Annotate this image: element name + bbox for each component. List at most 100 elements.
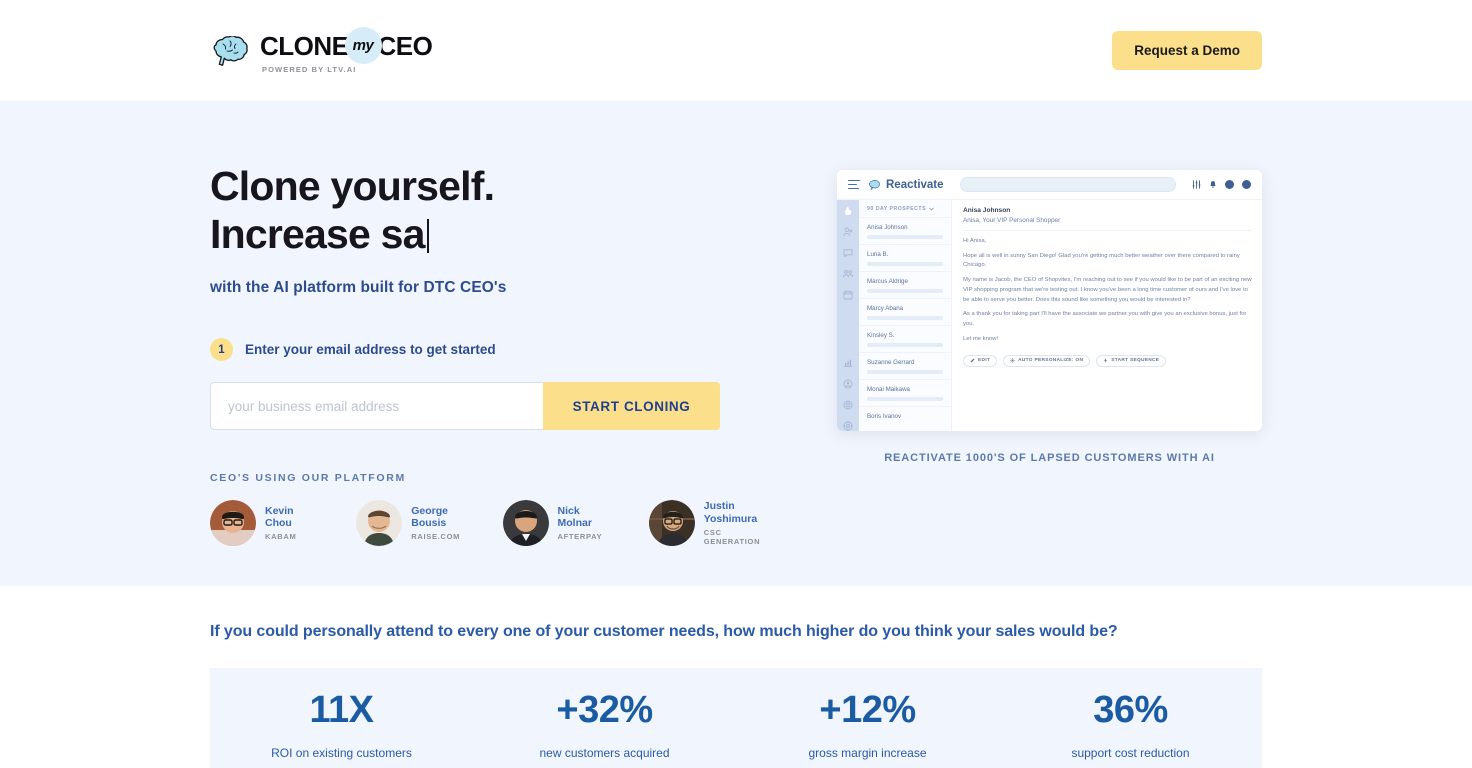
prospect-preview-bar <box>867 235 943 239</box>
avatar <box>356 500 403 547</box>
list-item[interactable]: Monai Maikawa <box>859 379 951 406</box>
target-icon[interactable] <box>843 400 853 410</box>
prospect-preview-bar <box>867 343 943 347</box>
app-search-input[interactable] <box>959 177 1176 192</box>
avatar <box>210 500 256 547</box>
stat-card: +32% new customers acquired <box>473 691 736 768</box>
app-body: 90 DAY PROSPECTS Anisa Johnson Luna B. M… <box>837 200 1262 431</box>
auto-personalize-button[interactable]: AUTO PERSONALIZE: ON <box>1003 354 1091 367</box>
step-number-badge: 1 <box>210 338 233 362</box>
app-topbar-icons <box>1192 180 1251 189</box>
prospect-name: Suzanne Gerrard <box>867 359 915 366</box>
calendar-icon[interactable] <box>843 290 853 300</box>
app-mockup: Reactivate 90 DAY PROSPECTS Anisa Johnso… <box>837 170 1262 431</box>
stat-value: +32% <box>556 689 653 731</box>
avatar[interactable] <box>1242 180 1251 189</box>
edit-button-label: EDIT <box>978 358 991 364</box>
filters-icon[interactable] <box>1192 180 1201 189</box>
ceo-first-name: Nick <box>557 504 580 517</box>
edit-button[interactable]: EDIT <box>963 354 998 367</box>
list-item[interactable]: Marcy Abana <box>859 298 951 325</box>
ceo-last-name: Yoshimura <box>703 512 758 525</box>
page-title: Clone yourself. Increase sa <box>210 163 770 258</box>
app-brand: Reactivate <box>868 179 944 191</box>
list-item[interactable]: Kinsley S. <box>859 325 951 352</box>
start-sequence-button[interactable]: START SEQUENCE <box>1096 354 1167 367</box>
stat-card: +12% gross margin increase <box>736 691 999 768</box>
analytics-icon[interactable] <box>843 358 853 368</box>
ceo-last-name: Molnar <box>557 517 592 530</box>
chevron-down-icon <box>929 207 934 211</box>
prospect-preview-bar <box>867 262 943 266</box>
people-icon[interactable] <box>843 269 853 279</box>
prospect-name: Boris Ivanov <box>867 413 902 420</box>
ceo-first-name: Kevin <box>265 504 294 517</box>
ceo-card: Kevin Chou KABAM <box>210 500 331 547</box>
ceo-company: CSC GENERATION <box>703 527 761 546</box>
list-item[interactable]: Anisa Johnson <box>859 217 951 244</box>
prospect-preview-bar <box>867 370 943 374</box>
hero-subheadline: with the AI platform built for DTC CEO's <box>210 279 507 297</box>
email-paragraph: Hope all is well in sunny San Diego! Gla… <box>963 252 1240 269</box>
prospect-list-header[interactable]: 90 DAY PROSPECTS <box>859 206 951 217</box>
account-icon[interactable] <box>843 379 853 389</box>
flame-icon[interactable] <box>843 206 853 216</box>
typing-caret <box>426 218 429 253</box>
sparkle-icon <box>1010 358 1016 364</box>
start-cloning-button[interactable]: START CLONING <box>543 382 720 431</box>
email-field[interactable] <box>210 382 543 431</box>
step-instruction-label: Enter your email address to get started <box>245 342 496 358</box>
notifications-bell-icon[interactable] <box>1209 180 1217 189</box>
email-preview: Anisa Johnson Anisa, Your VIP Personal S… <box>952 200 1262 431</box>
list-item[interactable]: Luna B. <box>859 244 951 271</box>
prospect-name: Kinsley S. <box>867 332 895 339</box>
logo-wordmark: CLONE my CEO <box>260 27 433 64</box>
ceo-first-name: George <box>411 504 449 517</box>
brain-icon <box>213 35 248 66</box>
stat-value: 36% <box>1093 689 1168 731</box>
list-item[interactable]: Marcus Aldrige <box>859 271 951 298</box>
ceo-list: Kevin Chou KABAM George Bousis RAISE.COM… <box>210 500 770 547</box>
prospect-preview-bar <box>867 289 943 293</box>
ceo-info: Nick Molnar AFTERPAY <box>558 505 603 541</box>
ceo-company: AFTERPAY <box>557 532 603 542</box>
hero-section: Clone yourself. Increase sa with the AI … <box>0 101 1472 586</box>
stats-section: If you could personally attend to every … <box>0 586 1472 768</box>
start-sequence-label: START SEQUENCE <box>1111 358 1160 364</box>
chat-icon[interactable] <box>843 248 853 258</box>
ceo-name: Kevin Chou <box>265 505 296 529</box>
avatar <box>648 500 695 547</box>
add-user-icon[interactable] <box>843 227 853 237</box>
list-item[interactable]: Boris Ivanov <box>859 406 951 425</box>
request-demo-button[interactable]: Request a Demo <box>1112 31 1262 70</box>
stats-question: If you could personally attend to every … <box>210 623 1118 640</box>
brain-icon <box>868 179 880 190</box>
hero-left-column: Clone yourself. Increase sa with the AI … <box>210 163 770 586</box>
pencil-icon <box>970 358 975 363</box>
email-paragraph: My name is Jacob, the CEO of Shopvites, … <box>963 277 1252 303</box>
list-item[interactable]: Suzanne Gerrard <box>859 352 951 379</box>
headline-line-1: Clone yourself. <box>210 163 495 209</box>
gear-icon[interactable] <box>843 421 853 431</box>
ceo-name: George Bousis <box>411 505 460 529</box>
ceo-name: Justin Yoshimura <box>704 500 770 524</box>
auto-personalize-label: AUTO PERSONALIZE: ON <box>1018 358 1084 364</box>
logo-text: CLONE my CEO POWERED BY LTV.AI <box>260 27 433 74</box>
ceo-name: Nick Molnar <box>558 505 603 529</box>
stats-band: 11X ROI on existing customers +32% new c… <box>210 668 1262 768</box>
menu-icon[interactable] <box>848 179 860 190</box>
stat-label: support cost reduction <box>1071 746 1190 760</box>
email-paragraph: Let me know! <box>963 335 999 342</box>
prospect-name: Monai Maikawa <box>867 386 910 393</box>
avatar[interactable] <box>1225 180 1234 189</box>
email-recipient: Anisa Johnson <box>963 207 1011 214</box>
logo[interactable]: CLONE my CEO POWERED BY LTV.AI <box>210 27 433 74</box>
ceo-last-name: Bousis <box>411 517 447 530</box>
ceo-info: Kevin Chou KABAM <box>265 505 296 541</box>
ceo-card: George Bousis RAISE.COM <box>356 500 477 547</box>
prospect-list: 90 DAY PROSPECTS Anisa Johnson Luna B. M… <box>859 200 952 431</box>
email-paragraph: As a thank you for taking part I'll have… <box>963 311 1247 328</box>
prospect-name: Luna B. <box>867 251 889 258</box>
ceo-card: Nick Molnar AFTERPAY <box>502 500 624 547</box>
email-body: Hi Anisa, Hope all is well in sunny San … <box>963 231 1252 350</box>
